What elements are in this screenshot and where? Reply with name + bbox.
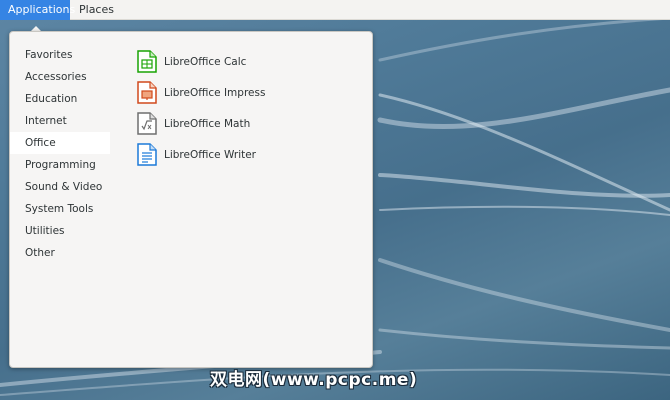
category-programming[interactable]: Programming bbox=[10, 154, 110, 176]
category-other[interactable]: Other bbox=[10, 242, 110, 264]
app-libreoffice-writer[interactable]: LibreOffice Writer bbox=[137, 139, 357, 170]
app-list: LibreOffice Calc LibreOffice Impress Lib… bbox=[137, 46, 357, 170]
app-libreoffice-calc[interactable]: LibreOffice Calc bbox=[137, 46, 357, 77]
app-label: LibreOffice Calc bbox=[164, 55, 247, 68]
watermark-text: 双电网(www.pcpc.me) bbox=[210, 370, 418, 390]
top-bar: Applications Places bbox=[0, 0, 670, 20]
category-office[interactable]: Office bbox=[10, 132, 110, 154]
libreoffice-writer-icon bbox=[137, 143, 157, 166]
category-education[interactable]: Education bbox=[10, 88, 110, 110]
category-sound-video[interactable]: Sound & Video bbox=[10, 176, 110, 198]
category-internet[interactable]: Internet bbox=[10, 110, 110, 132]
app-libreoffice-impress[interactable]: LibreOffice Impress bbox=[137, 77, 357, 108]
category-favorites[interactable]: Favorites bbox=[10, 44, 110, 66]
app-libreoffice-math[interactable]: LibreOffice Math bbox=[137, 108, 357, 139]
category-accessories[interactable]: Accessories bbox=[10, 66, 110, 88]
libreoffice-calc-icon bbox=[137, 50, 157, 73]
app-label: LibreOffice Writer bbox=[164, 148, 257, 161]
applications-menu-popup: Favorites Accessories Education Internet… bbox=[9, 31, 373, 368]
applications-menu-button[interactable]: Applications bbox=[0, 0, 75, 20]
app-label: LibreOffice Math bbox=[164, 117, 251, 130]
category-system-tools[interactable]: System Tools bbox=[10, 198, 110, 220]
app-label: LibreOffice Impress bbox=[164, 86, 266, 99]
category-list: Favorites Accessories Education Internet… bbox=[10, 44, 110, 264]
category-utilities[interactable]: Utilities bbox=[10, 220, 110, 242]
places-menu-button[interactable]: Places bbox=[71, 0, 119, 20]
libreoffice-impress-icon bbox=[137, 81, 157, 104]
libreoffice-math-icon bbox=[137, 112, 157, 135]
